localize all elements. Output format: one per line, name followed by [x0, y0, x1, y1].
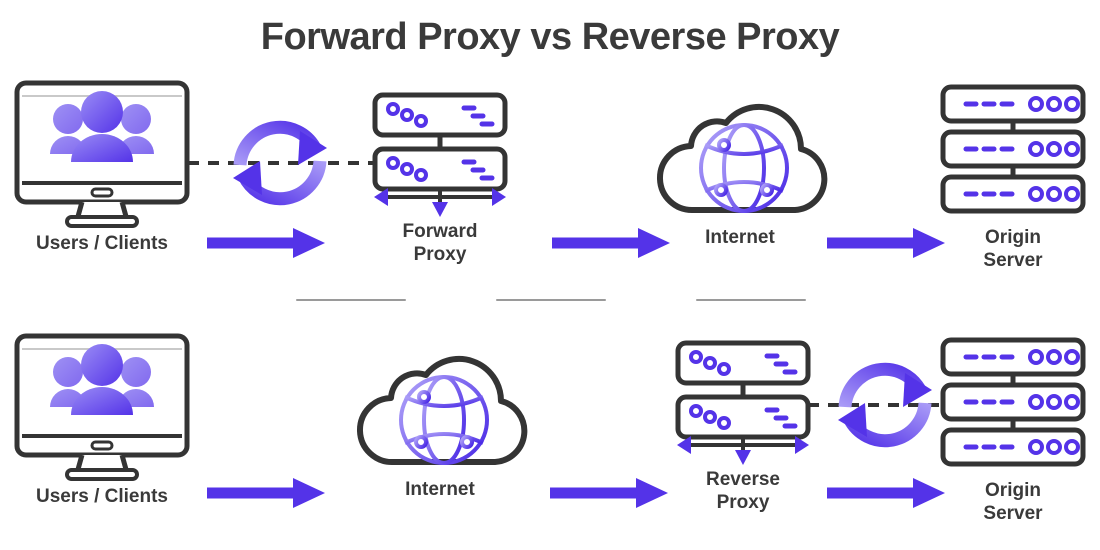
monitor-users-icon	[14, 80, 190, 228]
node-internet-row2[interactable]: Internet	[345, 342, 535, 500]
node-label: Reverse Proxy	[706, 469, 780, 514]
node-forward-proxy[interactable]: Forward Proxy	[372, 92, 508, 265]
right-arrow-icon	[207, 478, 325, 508]
node-label: Users / Clients	[36, 486, 168, 507]
node-origin-server-row2[interactable]: Origin Server	[940, 337, 1086, 524]
diagram-canvas: Forward Proxy vs Reverse Proxy Users / C…	[0, 0, 1100, 550]
arrow-internet-to-proxy	[548, 478, 670, 508]
cloud-globe-icon	[657, 104, 828, 214]
arrow-users-to-proxy	[205, 228, 327, 258]
divider-1	[296, 299, 406, 301]
proxy-server-icon	[372, 92, 508, 217]
node-reverse-proxy[interactable]: Reverse Proxy	[675, 340, 811, 513]
sync-arrows-icon	[838, 362, 932, 448]
right-arrow-icon	[827, 478, 945, 508]
node-sync-cycle-row2	[833, 345, 937, 465]
arrow-internet-to-origin	[825, 228, 947, 258]
proxy-server-icon	[675, 340, 811, 465]
arrow-users-to-internet	[205, 478, 327, 508]
server-stack-icon	[940, 84, 1086, 214]
arrow-proxy-to-internet	[550, 228, 672, 258]
divider-2	[496, 299, 606, 301]
divider-3	[696, 299, 806, 301]
arrow-proxy-to-origin	[825, 478, 947, 508]
monitor-users-icon	[14, 333, 190, 481]
node-users-clients-row1[interactable]: Users / Clients	[14, 80, 190, 254]
page-title: Forward Proxy vs Reverse Proxy	[260, 16, 840, 58]
node-users-clients-row2[interactable]: Users / Clients	[14, 333, 190, 507]
right-arrow-icon	[552, 228, 670, 258]
right-arrow-icon	[827, 228, 945, 258]
node-label: Forward Proxy	[402, 221, 478, 266]
node-label: Internet	[405, 479, 475, 500]
sync-arrows-icon	[233, 120, 327, 206]
node-internet-row1[interactable]: Internet	[645, 90, 835, 248]
right-arrow-icon	[207, 228, 325, 258]
node-sync-cycle-row1	[228, 103, 332, 223]
node-origin-server-row1[interactable]: Origin Server	[940, 84, 1086, 271]
cloud-globe-icon	[357, 356, 528, 466]
node-label: Users / Clients	[36, 233, 168, 254]
server-stack-icon	[940, 337, 1086, 467]
right-arrow-icon	[550, 478, 668, 508]
